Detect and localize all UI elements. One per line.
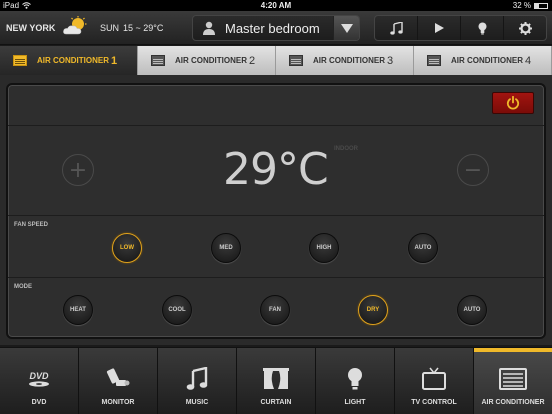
tab-label: AIR CONDITIONER (313, 56, 385, 65)
fan-speed-label: FAN SPEED (14, 222, 49, 228)
dock-item-dvd[interactable]: DVD DVD (0, 348, 79, 414)
tab-air-conditioner-4[interactable]: AIR CONDITIONER 4 (414, 46, 552, 75)
fan-speed-high-button[interactable]: HIGH (309, 233, 339, 263)
tab-number: 4 (525, 54, 532, 67)
dock-item-music[interactable]: MUSIC (158, 348, 237, 414)
settings-button[interactable] (504, 16, 546, 40)
curtain-icon (262, 365, 290, 393)
tab-number: 2 (249, 54, 256, 67)
dock-label: MUSIC (185, 399, 209, 406)
power-icon (506, 96, 520, 110)
ac-control-panel: + 29°C INDOOR − FAN SPEED LOW MED HIGH A… (6, 83, 546, 339)
top-bar: NEW YORK SUN 15 ~ 29°C Master bedroom (0, 11, 552, 45)
dock-item-monitor[interactable]: MONITOR (79, 348, 158, 414)
plus-icon: + (68, 157, 88, 183)
tab-label: AIR CONDITIONER (175, 56, 247, 65)
mode-auto-button[interactable]: AUTO (457, 295, 487, 325)
mode-dry-button[interactable]: DRY (358, 295, 388, 325)
forecast-day: SUN (100, 23, 120, 33)
forecast: SUN 15 ~ 29°C (96, 23, 163, 33)
dock-item-air-conditioner[interactable]: AIR CONDITIONER (474, 348, 552, 414)
dock-label: AIR CONDITIONER (481, 399, 545, 406)
tab-air-conditioner-1[interactable]: AIR CONDITIONER 1 (0, 46, 138, 75)
lightbulb-button[interactable] (461, 16, 504, 40)
gear-icon (518, 21, 532, 35)
music-button[interactable] (375, 16, 418, 40)
tab-label: AIR CONDITIONER (451, 56, 523, 65)
user-icon (203, 21, 215, 35)
music-note-icon (389, 21, 403, 35)
fan-speed-low-button[interactable]: LOW (112, 233, 142, 263)
battery-percent: 32 % (512, 1, 531, 10)
dock-label: MONITOR (101, 399, 135, 406)
battery-icon (534, 2, 548, 9)
dock-item-light[interactable]: LIGHT (316, 348, 395, 414)
decrease-temperature-button[interactable]: − (457, 154, 489, 186)
toolbar (374, 15, 547, 41)
tab-number: 1 (111, 54, 118, 67)
status-bar: iPad 4:20 AM 32 % (0, 0, 552, 11)
room-selector[interactable]: Master bedroom (192, 15, 360, 41)
mode-label: MODE (14, 284, 32, 290)
dvd-icon: DVD (26, 365, 52, 393)
dock-label: LIGHT (344, 399, 366, 406)
mode-heat-button[interactable]: HEAT (63, 295, 93, 325)
tab-number: 3 (387, 54, 394, 67)
air-conditioner-icon (151, 55, 165, 66)
air-conditioner-icon (427, 55, 441, 66)
air-conditioner-icon (499, 365, 527, 393)
mode-fan-button[interactable]: FAN (260, 295, 290, 325)
play-icon (434, 23, 444, 33)
dock-item-tv-control[interactable]: TV CONTROL (395, 348, 474, 414)
temperature-display: 29°C (223, 144, 329, 195)
forecast-temp-range: 15 ~ 29°C (123, 23, 164, 33)
power-button[interactable] (492, 92, 534, 114)
dock-label: CURTAIN (260, 399, 292, 406)
light-icon (347, 365, 363, 393)
fan-speed-section: FAN SPEED LOW MED HIGH AUTO (8, 215, 544, 277)
battery-fill (535, 3, 539, 8)
dock-item-curtain[interactable]: CURTAIN (237, 348, 316, 414)
air-conditioner-icon (13, 55, 27, 66)
status-time: 4:20 AM (260, 1, 292, 10)
room-dropdown-button[interactable] (333, 16, 359, 40)
dock-label: TV CONTROL (411, 399, 457, 406)
svg-text:DVD: DVD (29, 371, 49, 381)
minus-icon: − (463, 157, 483, 183)
bottom-dock: DVD DVD MONITOR MUSIC CURTAIN LIGHT TV C… (0, 347, 552, 414)
indoor-label: INDOOR (334, 146, 358, 152)
fan-speed-auto-button[interactable]: AUTO (408, 233, 438, 263)
city-name: NEW YORK (6, 23, 56, 33)
chevron-down-icon (340, 23, 353, 33)
tab-air-conditioner-3[interactable]: AIR CONDITIONER 3 (276, 46, 414, 75)
monitor-icon (105, 365, 131, 393)
dock-label: DVD (31, 399, 47, 406)
device-tabs: AIR CONDITIONER 1 AIR CONDITIONER 2 AIR CO… (0, 46, 552, 75)
music-icon (186, 365, 208, 393)
mode-section: MODE HEAT COOL FAN DRY AUTO (8, 277, 544, 337)
partly-cloudy-icon (63, 16, 87, 35)
mode-cool-button[interactable]: COOL (162, 295, 192, 325)
play-button[interactable] (418, 16, 461, 40)
lightbulb-icon (478, 22, 486, 34)
room-name: Master bedroom (225, 20, 320, 36)
tv-icon (421, 365, 447, 393)
increase-temperature-button[interactable]: + (62, 154, 94, 186)
tab-air-conditioner-2[interactable]: AIR CONDITIONER 2 (138, 46, 276, 75)
main-area: + 29°C INDOOR − FAN SPEED LOW MED HIGH A… (0, 75, 552, 345)
temperature-row: + 29°C INDOOR − (8, 125, 544, 215)
air-conditioner-icon (289, 55, 303, 66)
tab-label: AIR CONDITIONER (37, 56, 109, 65)
fan-speed-med-button[interactable]: MED (211, 233, 241, 263)
